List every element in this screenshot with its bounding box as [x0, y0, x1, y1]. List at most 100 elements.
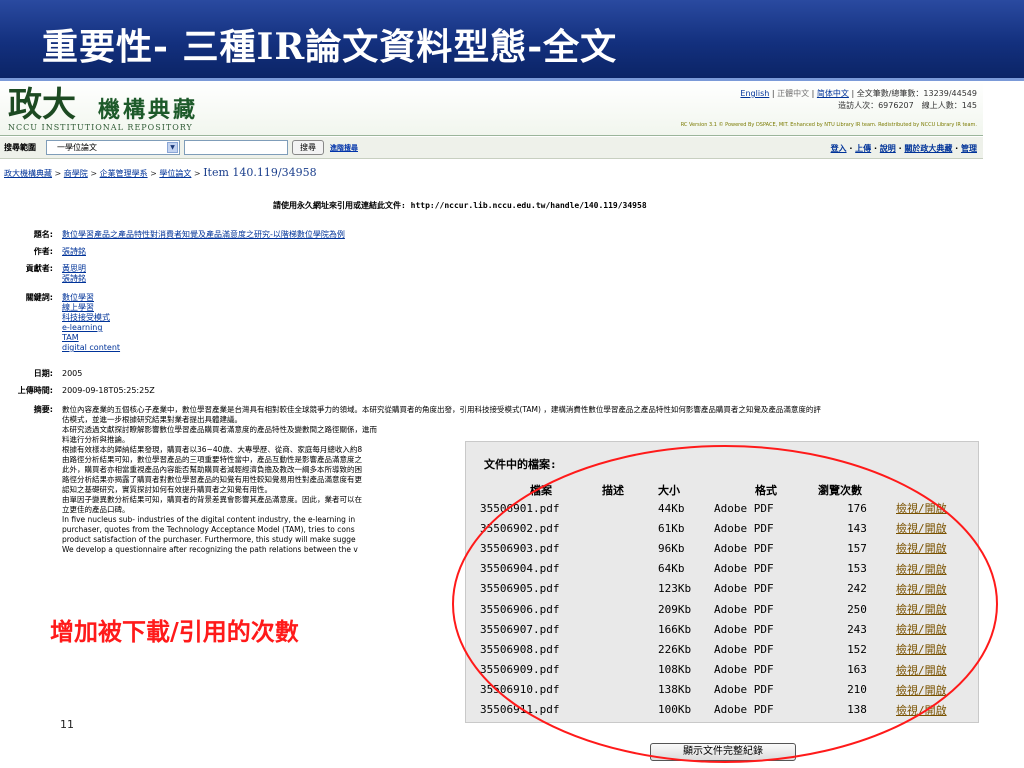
top-nav-links: 登入 · 上傳 · 說明 · 關於政大典藏 · 管理	[830, 144, 977, 153]
show-full-record-button[interactable]: 顯示文件完整紀錄	[650, 743, 796, 761]
abstract-line: 本研究透過文獻探討瞭解影響數位學習產品購買者滿意度的產品特性及變數間之路徑關係，…	[62, 425, 377, 434]
file-views: 157	[847, 541, 867, 555]
file-view-open-link[interactable]: 檢視/開啟	[896, 664, 947, 677]
file-view-open-link[interactable]: 檢視/開啟	[896, 542, 947, 555]
meta-abstract-label: 摘要:	[33, 405, 53, 414]
powered-by: RC Version 3.1 © Powered By DSPACE, MIT.…	[680, 122, 977, 128]
admin-link[interactable]: 管理	[961, 144, 977, 153]
repository-header: 政大 機構典藏 NCCU INSTITUTIONAL REPOSITORY En…	[0, 82, 983, 136]
lang-simplified-link[interactable]: 简体中文	[817, 89, 849, 98]
file-name-link[interactable]: 35506903.pdf	[480, 542, 559, 555]
files-table: 檔案 描述 大小 格式 瀏覽次數 35506901.pdf 44Kb Adobe P…	[480, 482, 980, 720]
file-name-link[interactable]: 35506911.pdf	[480, 703, 559, 716]
col-description: 描述	[602, 484, 624, 497]
keyword-link[interactable]: 科技接受模式	[62, 313, 120, 323]
lang-traditional-link[interactable]: 正體中文	[777, 89, 809, 98]
keyword-link[interactable]: TAM	[62, 333, 120, 343]
advanced-search-link[interactable]: 進階搜尋	[330, 143, 358, 153]
breadcrumb-college[interactable]: 商學院	[64, 169, 88, 178]
file-view-open-link[interactable]: 檢視/開啟	[896, 704, 947, 717]
file-views: 152	[847, 642, 867, 656]
chevron-down-icon[interactable]: ▼	[167, 142, 178, 153]
file-view-open-link[interactable]: 檢視/開啟	[896, 684, 947, 697]
lang-english-link[interactable]: English	[740, 89, 769, 98]
repository-subtitle: NCCU INSTITUTIONAL REPOSITORY	[8, 123, 193, 132]
about-link[interactable]: 關於政大典藏	[904, 144, 952, 153]
file-format: Adobe PDF	[714, 622, 774, 636]
files-table-header: 檔案 描述 大小 格式 瀏覽次數	[480, 482, 980, 498]
file-size: 96Kb	[658, 541, 685, 555]
file-size: 226Kb	[658, 642, 692, 656]
file-row: 35506911.pdf 100Kb Adobe PDF 138 檢視/開啟	[480, 700, 980, 720]
annotation-text: 增加被下載/引用的次數	[50, 617, 299, 646]
nccu-logo-icon[interactable]: 政大	[6, 84, 96, 122]
file-name-link[interactable]: 35506905.pdf	[480, 582, 559, 595]
file-name-link[interactable]: 35506910.pdf	[480, 683, 559, 696]
file-size: 123Kb	[658, 582, 692, 596]
permalink-notice: 請使用永久網址來引用或連結此文件: http://nccur.lib.nccu.…	[273, 201, 647, 210]
meta-title-link[interactable]: 數位學習產品之產品特性對消費者知覺及產品滿意度之研究-以階梯數位學院為例	[62, 230, 345, 240]
file-row: 35506902.pdf 61Kb Adobe PDF 143 檢視/開啟	[480, 518, 980, 538]
breadcrumb-theses[interactable]: 學位論文	[159, 169, 191, 178]
file-format: Adobe PDF	[714, 521, 774, 535]
file-name-link[interactable]: 35506909.pdf	[480, 663, 559, 676]
file-views: 143	[847, 521, 867, 535]
file-view-open-link[interactable]: 檢視/開啟	[896, 583, 947, 596]
search-scope-select[interactable]: 一學位論文 ▼	[46, 140, 180, 155]
search-input[interactable]	[184, 140, 288, 155]
meta-contributor-link[interactable]: 張詩銘	[62, 274, 86, 284]
abstract-line: 數位內容產業的五個核心子產業中，數位學習產業是台灣具有相對較佳全球競爭力的領域。…	[62, 405, 821, 414]
upload-link[interactable]: 上傳	[855, 144, 871, 153]
file-name-link[interactable]: 35506908.pdf	[480, 643, 559, 656]
search-bar: 搜尋範圍 一學位論文 ▼ 搜尋 進階搜尋 登入 · 上傳 · 說明 · 關於政大…	[0, 137, 983, 159]
file-format: Adobe PDF	[714, 541, 774, 555]
file-name-link[interactable]: 35506902.pdf	[480, 522, 559, 535]
keyword-link[interactable]: 數位學習	[62, 293, 120, 303]
breadcrumb-home[interactable]: 政大機構典藏	[4, 169, 52, 178]
help-link[interactable]: 說明	[880, 144, 896, 153]
login-link[interactable]: 登入	[831, 144, 847, 153]
file-name-link[interactable]: 35506904.pdf	[480, 562, 559, 575]
file-name-link[interactable]: 35506906.pdf	[480, 603, 559, 616]
file-format: Adobe PDF	[714, 663, 774, 677]
meta-uploaded-value: 2009-09-18T05:25:25Z	[62, 386, 155, 395]
keyword-link[interactable]: e-learning	[62, 323, 120, 333]
files-panel-title: 文件中的檔案:	[484, 458, 557, 471]
meta-author-label: 作者:	[33, 247, 53, 256]
visit-stats: 造訪人次：6976207 線上人數：145	[838, 101, 977, 110]
slide-title-bar: 重要性- 三種IR論文資料型態-全文	[0, 0, 1024, 78]
keyword-link[interactable]: digital content	[62, 343, 120, 353]
file-row: 35506910.pdf 138Kb Adobe PDF 210 檢視/開啟	[480, 680, 980, 700]
col-action	[896, 482, 980, 498]
col-views: 瀏覽次數	[818, 484, 862, 497]
file-size: 166Kb	[658, 622, 692, 636]
files-panel: 文件中的檔案: 檔案 描述 大小 格式 瀏覽次數 35506901.pdf 44K…	[465, 441, 979, 723]
search-scope-value: 一學位論文	[57, 143, 97, 152]
file-view-open-link[interactable]: 檢視/開啟	[896, 623, 947, 636]
file-size: 64Kb	[658, 562, 685, 576]
file-name-link[interactable]: 35506907.pdf	[480, 623, 559, 636]
repository-name: 機構典藏	[98, 97, 199, 123]
meta-contributor-link[interactable]: 黃思明	[62, 264, 86, 274]
file-row: 35506908.pdf 226Kb Adobe PDF 152 檢視/開啟	[480, 639, 980, 659]
file-view-open-link[interactable]: 檢視/開啟	[896, 522, 947, 535]
keyword-link[interactable]: 線上學習	[62, 303, 120, 313]
breadcrumb-department[interactable]: 企業管理學系	[100, 169, 148, 178]
meta-author-link[interactable]: 張詩銘	[62, 247, 86, 257]
file-views: 163	[847, 663, 867, 677]
file-size: 100Kb	[658, 703, 692, 717]
file-row: 35506903.pdf 96Kb Adobe PDF 157 檢視/開啟	[480, 538, 980, 558]
file-format: Adobe PDF	[714, 602, 774, 616]
file-row: 35506905.pdf 123Kb Adobe PDF 242 檢視/開啟	[480, 579, 980, 599]
file-views: 153	[847, 562, 867, 576]
file-view-open-link[interactable]: 檢視/開啟	[896, 603, 947, 616]
file-row: 35506906.pdf 209Kb Adobe PDF 250 檢視/開啟	[480, 599, 980, 619]
file-view-open-link[interactable]: 檢視/開啟	[896, 643, 947, 656]
search-button[interactable]: 搜尋	[292, 140, 324, 155]
file-row: 35506909.pdf 108Kb Adobe PDF 163 檢視/開啟	[480, 660, 980, 680]
file-view-open-link[interactable]: 檢視/開啟	[896, 563, 947, 576]
file-view-open-link[interactable]: 檢視/開啟	[896, 502, 947, 515]
file-views: 210	[847, 683, 867, 697]
file-name-link[interactable]: 35506901.pdf	[480, 502, 559, 515]
file-row: 35506901.pdf 44Kb Adobe PDF 176 檢視/開啟	[480, 498, 980, 518]
